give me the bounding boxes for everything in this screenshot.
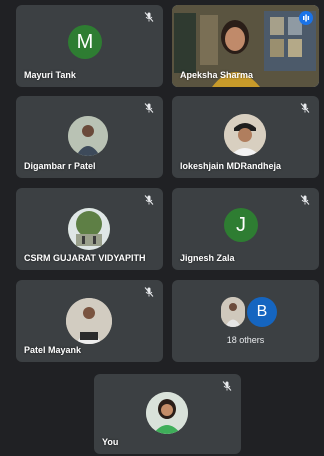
- participant-tile-apeksha-sharma[interactable]: Apeksha Sharma: [172, 5, 319, 87]
- mic-off-icon: [144, 103, 154, 113]
- avatar: M: [68, 25, 102, 59]
- participant-tile-lokeshjain-mdrandheja[interactable]: lokeshjain MDRandheja: [172, 96, 319, 178]
- mic-off-icon: [144, 12, 154, 22]
- avatar-letter: M: [76, 30, 94, 53]
- participant-name: Jignesh Zala: [180, 253, 235, 263]
- avatar: [146, 392, 188, 434]
- participant-tile-mayuri-tank[interactable]: M Mayuri Tank: [16, 5, 163, 87]
- participant-name: Apeksha Sharma: [180, 70, 254, 80]
- mic-off-icon: [300, 103, 310, 113]
- audio-level-icon: [299, 11, 313, 25]
- avatar-letter: J: [236, 213, 246, 236]
- avatar: [224, 114, 266, 156]
- avatar: [66, 298, 112, 344]
- participant-tile-you[interactable]: You: [94, 374, 241, 454]
- meeting-grid: M Mayuri Tank Apeksha Sharma Digambar r …: [0, 0, 324, 456]
- avatar: J: [224, 208, 258, 242]
- participant-tile-csrm-gujarat-vidyapith[interactable]: CSRM GUJARAT VIDYAPITH: [16, 188, 163, 270]
- avatar: [221, 297, 245, 327]
- mic-off-icon: [144, 195, 154, 205]
- participant-tile-patel-mayank[interactable]: Patel Mayank: [16, 280, 163, 362]
- mic-off-icon: [222, 381, 232, 391]
- participant-tile-digambar-r-patel[interactable]: Digambar r Patel: [16, 96, 163, 178]
- others-tile[interactable]: B 18 others: [172, 280, 319, 362]
- avatar: [68, 208, 110, 250]
- avatar-letter: B: [256, 303, 268, 320]
- participant-name: Patel Mayank: [24, 345, 82, 355]
- participant-name: You: [102, 437, 119, 447]
- avatar: [68, 116, 108, 156]
- participant-name: Digambar r Patel: [24, 161, 96, 171]
- participant-name: lokeshjain MDRandheja: [180, 161, 282, 171]
- mic-off-icon: [144, 287, 154, 297]
- mic-off-icon: [300, 195, 310, 205]
- participant-name: Mayuri Tank: [24, 70, 76, 80]
- avatar: B: [247, 297, 277, 327]
- participant-tile-jignesh-zala[interactable]: J Jignesh Zala: [172, 188, 319, 270]
- participant-name: CSRM GUJARAT VIDYAPITH: [24, 253, 146, 263]
- others-count-label: 18 others: [226, 335, 265, 345]
